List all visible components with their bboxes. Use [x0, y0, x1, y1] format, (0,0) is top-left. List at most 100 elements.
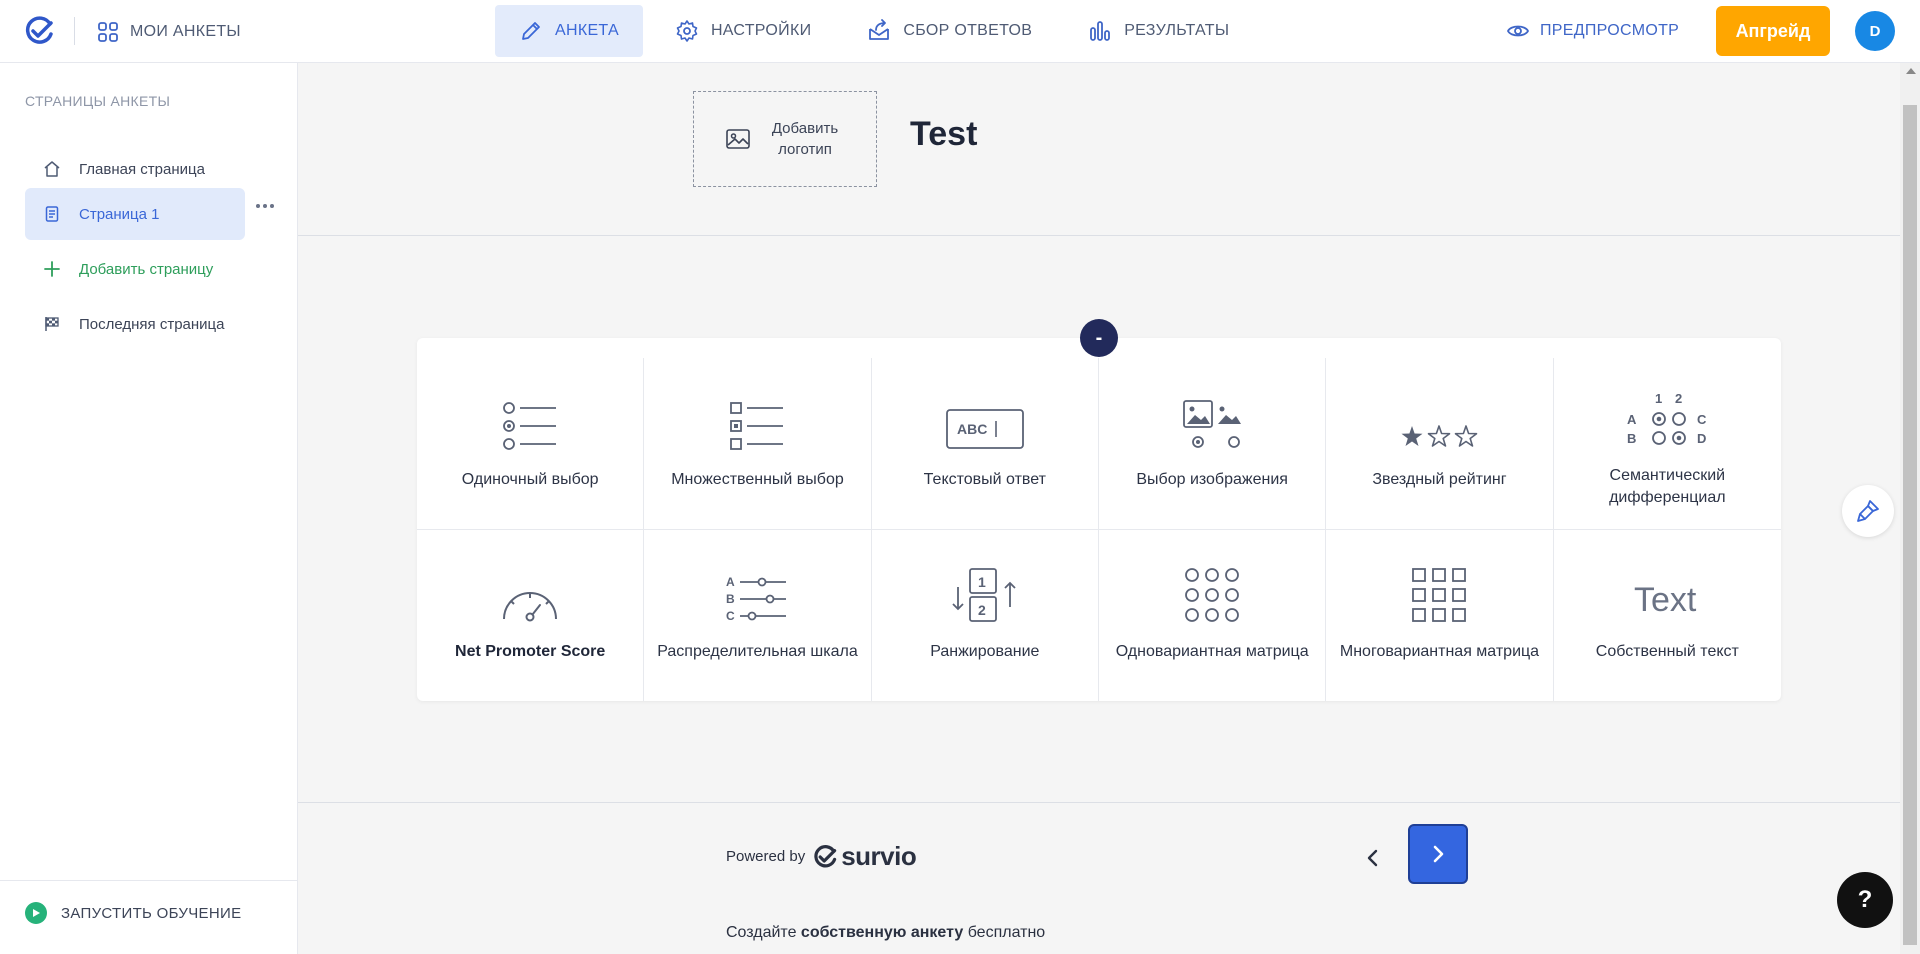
powered-by-survio[interactable]: Powered by survio [726, 841, 917, 872]
collapse-question-types-button[interactable]: - [1080, 319, 1118, 357]
sidebar-item-last-page[interactable]: Последняя страница [25, 298, 245, 350]
add-logo-button[interactable]: Добавить логотип [693, 91, 877, 187]
sidebar-item-add-page[interactable]: Добавить страницу [25, 243, 245, 295]
design-paintbrush-button[interactable] [1842, 485, 1894, 537]
question-type-label: Net Promoter Score [455, 643, 606, 660]
paintbrush-icon [1857, 500, 1879, 522]
sidebar-item-label: Страница 1 [79, 205, 160, 223]
svg-text:2: 2 [1675, 391, 1682, 406]
tab-settings[interactable]: НАСТРОЙКИ [651, 5, 835, 57]
gear-icon [676, 20, 698, 42]
question-type-label: Одновариантная матрица [1115, 643, 1309, 660]
sidebar-item-page-1[interactable]: Страница 1 [25, 188, 245, 240]
scroll-thumb[interactable] [1903, 105, 1917, 945]
tab-survey-label: АНКЕТА [555, 22, 619, 39]
create-own-survey-text: Создайте собственную анкету бесплатно [726, 924, 1045, 942]
svg-text:C: C [726, 609, 735, 623]
previous-page-button[interactable] [1358, 843, 1388, 873]
survio-logo-icon [814, 844, 837, 867]
svg-text:C: C [1697, 412, 1707, 427]
multiple-choice-icon [730, 401, 784, 450]
grid-icon [98, 22, 118, 42]
next-page-button[interactable] [1408, 824, 1468, 884]
svg-text:B: B [1627, 431, 1636, 446]
svg-text:1: 1 [978, 574, 986, 590]
custom-text-icon-text: Text [1634, 581, 1697, 619]
question-type-label: Семантический дифференциал [1609, 466, 1726, 506]
tab-survey[interactable]: АНКЕТА [495, 5, 643, 57]
home-icon [44, 161, 60, 177]
question-type-label: Собственный текст [1595, 643, 1739, 660]
tab-results[interactable]: РЕЗУЛЬТАТЫ [1064, 5, 1253, 57]
create-own-survey-link[interactable]: собственную анкету [801, 924, 963, 941]
top-bar: МОИ АНКЕТЫ АНКЕТА НАСТРОЙКИ СБОР ОТВЕТОВ [0, 0, 1920, 63]
text-answer-icon: ABC [945, 408, 1024, 449]
page-icon [45, 206, 59, 222]
star-rating-icon [1401, 424, 1478, 447]
distribution-scale-icon: A B C [726, 575, 787, 623]
help-button[interactable]: ? [1837, 872, 1893, 928]
avatar[interactable]: D [1855, 11, 1895, 51]
my-surveys-label: МОИ АНКЕТЫ [130, 23, 241, 40]
question-type-label: Множественный выбор [671, 470, 844, 488]
question-type-image-choice[interactable]: Выбор изображения [1098, 358, 1327, 530]
survio-logo-icon[interactable] [24, 16, 54, 46]
add-logo-label: Добавить логотип [771, 120, 839, 158]
chevron-left-icon [1367, 849, 1378, 867]
survey-header: Добавить логотип Test [298, 63, 1900, 236]
question-type-single-choice[interactable]: Одиночный выбор [417, 358, 645, 530]
svg-text:A: A [726, 575, 735, 589]
question-type-multiple-choice[interactable]: Множественный выбор [644, 358, 872, 530]
question-type-multi-matrix[interactable]: Многовариантная матрица [1326, 529, 1554, 701]
preview-label: ПРЕДПРОСМОТР [1540, 22, 1680, 39]
question-type-label: Многовариантная матрица [1339, 643, 1540, 660]
create-suffix: бесплатно [963, 924, 1046, 941]
question-type-distribution-scale[interactable]: A B C Распределительная шкала [644, 529, 872, 701]
share-envelope-icon [869, 19, 890, 40]
question-type-label: Текстовый ответ [923, 470, 1046, 488]
multi-matrix-icon [1412, 568, 1467, 622]
start-tutorial-label: ЗАПУСТИТЬ ОБУЧЕНИЕ [61, 904, 242, 922]
tab-collect[interactable]: СБОР ОТВЕТОВ [843, 5, 1056, 57]
question-type-ranking[interactable]: 1 2 Ранжирование [872, 529, 1099, 701]
sidebar-bottom: ЗАПУСТИТЬ ОБУЧЕНИЕ [0, 880, 298, 954]
question-type-label: Одиночный выбор [461, 470, 599, 488]
scrollbar[interactable] [1900, 63, 1920, 954]
question-type-single-matrix[interactable]: Одновариантная матрица [1099, 529, 1327, 701]
single-matrix-icon [1185, 568, 1240, 622]
sidebar-item-label: Главная страница [79, 160, 205, 178]
eye-icon [1506, 25, 1530, 37]
single-choice-icon [503, 401, 557, 450]
tab-collect-label: СБОР ОТВЕТОВ [903, 22, 1033, 39]
scroll-up-arrow-icon[interactable] [1906, 68, 1916, 74]
ranking-icon: 1 2 [952, 568, 1016, 622]
image-choice-icon [1183, 399, 1242, 448]
preview-button[interactable]: ПРЕДПРОСМОТР [1506, 16, 1679, 46]
text-answer-icon-text: ABC [957, 421, 987, 437]
question-type-picker: Одиночный выбор Множественный выбор ABC … [417, 338, 1781, 701]
bar-chart-icon [1090, 21, 1111, 41]
start-tutorial-button[interactable]: ЗАПУСТИТЬ ОБУЧЕНИЕ [25, 901, 241, 925]
image-icon [726, 129, 750, 149]
pencil-icon [522, 22, 540, 40]
survio-brand-name: survio [841, 841, 917, 871]
question-type-label: Ранжирование [930, 643, 1040, 660]
survey-title[interactable]: Test [910, 115, 977, 154]
question-type-label: Звездный рейтинг [1372, 470, 1507, 488]
question-type-semantic-differential[interactable]: 1 2 A C B D Семантический дифференциал [1553, 358, 1781, 530]
tab-settings-label: НАСТРОЙКИ [710, 22, 812, 39]
survey-editor: Добавить логотип Test - Одиночный выбор [298, 63, 1900, 954]
sidebar-title: СТРАНИЦЫ АНКЕТЫ [25, 93, 171, 109]
footer-divider [298, 802, 1900, 803]
tab-results-label: РЕЗУЛЬТАТЫ [1124, 22, 1230, 39]
question-type-star-rating[interactable]: Звездный рейтинг [1326, 358, 1554, 530]
question-type-nps[interactable]: Net Promoter Score [417, 529, 645, 701]
upgrade-button[interactable]: Апгрейд [1716, 6, 1830, 56]
page-more-menu-button[interactable] [253, 196, 277, 216]
question-type-custom-text[interactable]: Text Собственный текст [1554, 530, 1781, 702]
svg-text:1: 1 [1655, 391, 1662, 406]
checkered-flag-icon [45, 317, 59, 331]
question-type-text-answer[interactable]: ABC Текстовый ответ [871, 358, 1099, 530]
my-surveys-link[interactable]: МОИ АНКЕТЫ [96, 18, 241, 46]
play-icon [25, 902, 47, 924]
